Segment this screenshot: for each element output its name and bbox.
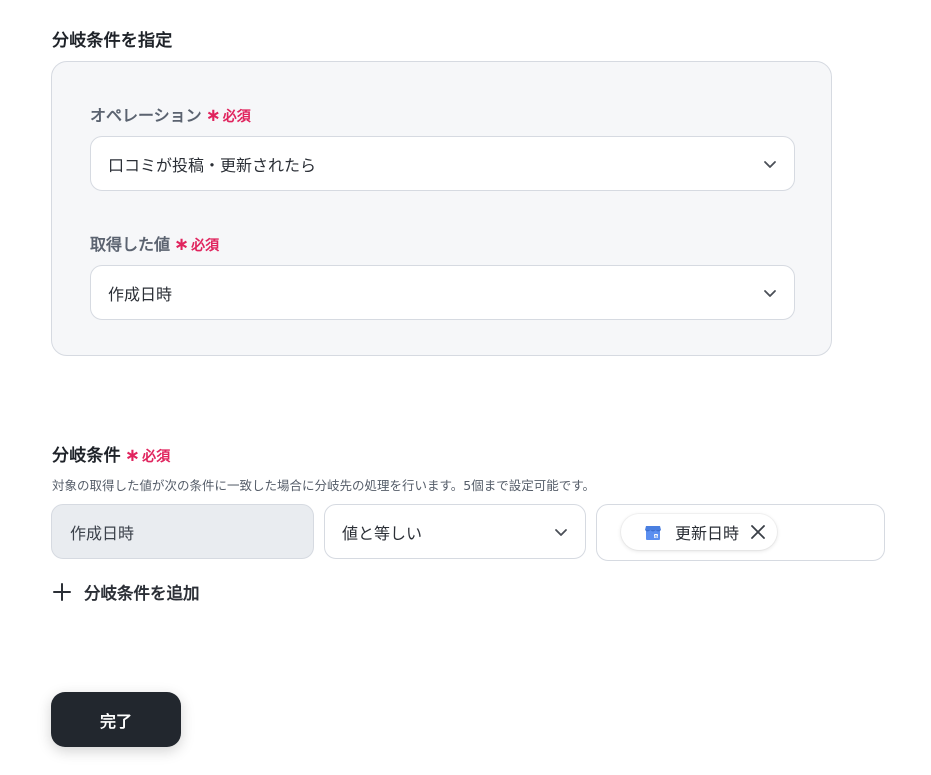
done-button[interactable]: 完了 [51,692,181,747]
retrieved-value-label: 取得した値 ∗ 必須 [90,231,219,255]
retrieved-value-select-value: 作成日時 [108,284,173,304]
plus-icon [53,583,71,601]
google-business-icon: G [645,526,661,540]
operator-select[interactable]: 値と等しい [324,504,586,559]
condition-description: 対象の取得した値が次の条件に一致した場合に分岐先の処理を行います。5個まで設定可… [52,478,595,493]
svg-text:G: G [654,533,657,538]
required-marker: ∗ 必須 [174,235,219,255]
required-marker: ∗ 必須 [206,106,251,126]
required-marker: ∗ 必須 [125,446,171,466]
asterisk-icon: ∗ [205,105,221,126]
branch-condition-form: 分岐条件を指定 オペレーション ∗ 必須 口コミが投稿・更新されたら 取得した値… [0,0,931,775]
specify-section-title: 分岐条件を指定 [52,31,173,51]
chevron-down-icon [764,160,776,168]
asterisk-icon: ∗ [124,445,141,466]
operation-label-text: オペレーション [90,106,202,125]
retrieved-value-select[interactable]: 作成日時 [90,265,795,320]
operation-label: オペレーション ∗ 必須 [90,102,251,126]
value-chip[interactable]: G 更新日時 [621,514,778,550]
operation-select-value: 口コミが投稿・更新されたら [108,155,317,175]
add-condition-button[interactable]: 分岐条件を追加 [52,580,200,604]
operator-select-value: 値と等しい [342,523,423,543]
value-chip-label: 更新日時 [675,524,740,543]
condition-field-readonly: 作成日時 [51,504,314,559]
condition-title-text: 分岐条件 [52,446,121,466]
condition-value-input[interactable]: G 更新日時 [596,504,885,561]
retrieved-value-label-text: 取得した値 [90,235,171,254]
required-text: 必須 [222,109,251,125]
asterisk-icon: ∗ [174,234,190,255]
chevron-down-icon [555,528,567,536]
operation-select[interactable]: 口コミが投稿・更新されたら [90,136,795,191]
required-text: 必須 [142,449,171,465]
condition-section-title: 分岐条件 ∗ 必須 [52,441,171,466]
condition-source-panel: オペレーション ∗ 必須 口コミが投稿・更新されたら 取得した値 ∗ 必須 作成… [51,61,832,356]
close-icon[interactable] [749,523,767,541]
add-condition-label: 分岐条件を追加 [84,584,200,603]
chevron-down-icon [764,289,776,297]
required-text: 必須 [191,238,220,254]
